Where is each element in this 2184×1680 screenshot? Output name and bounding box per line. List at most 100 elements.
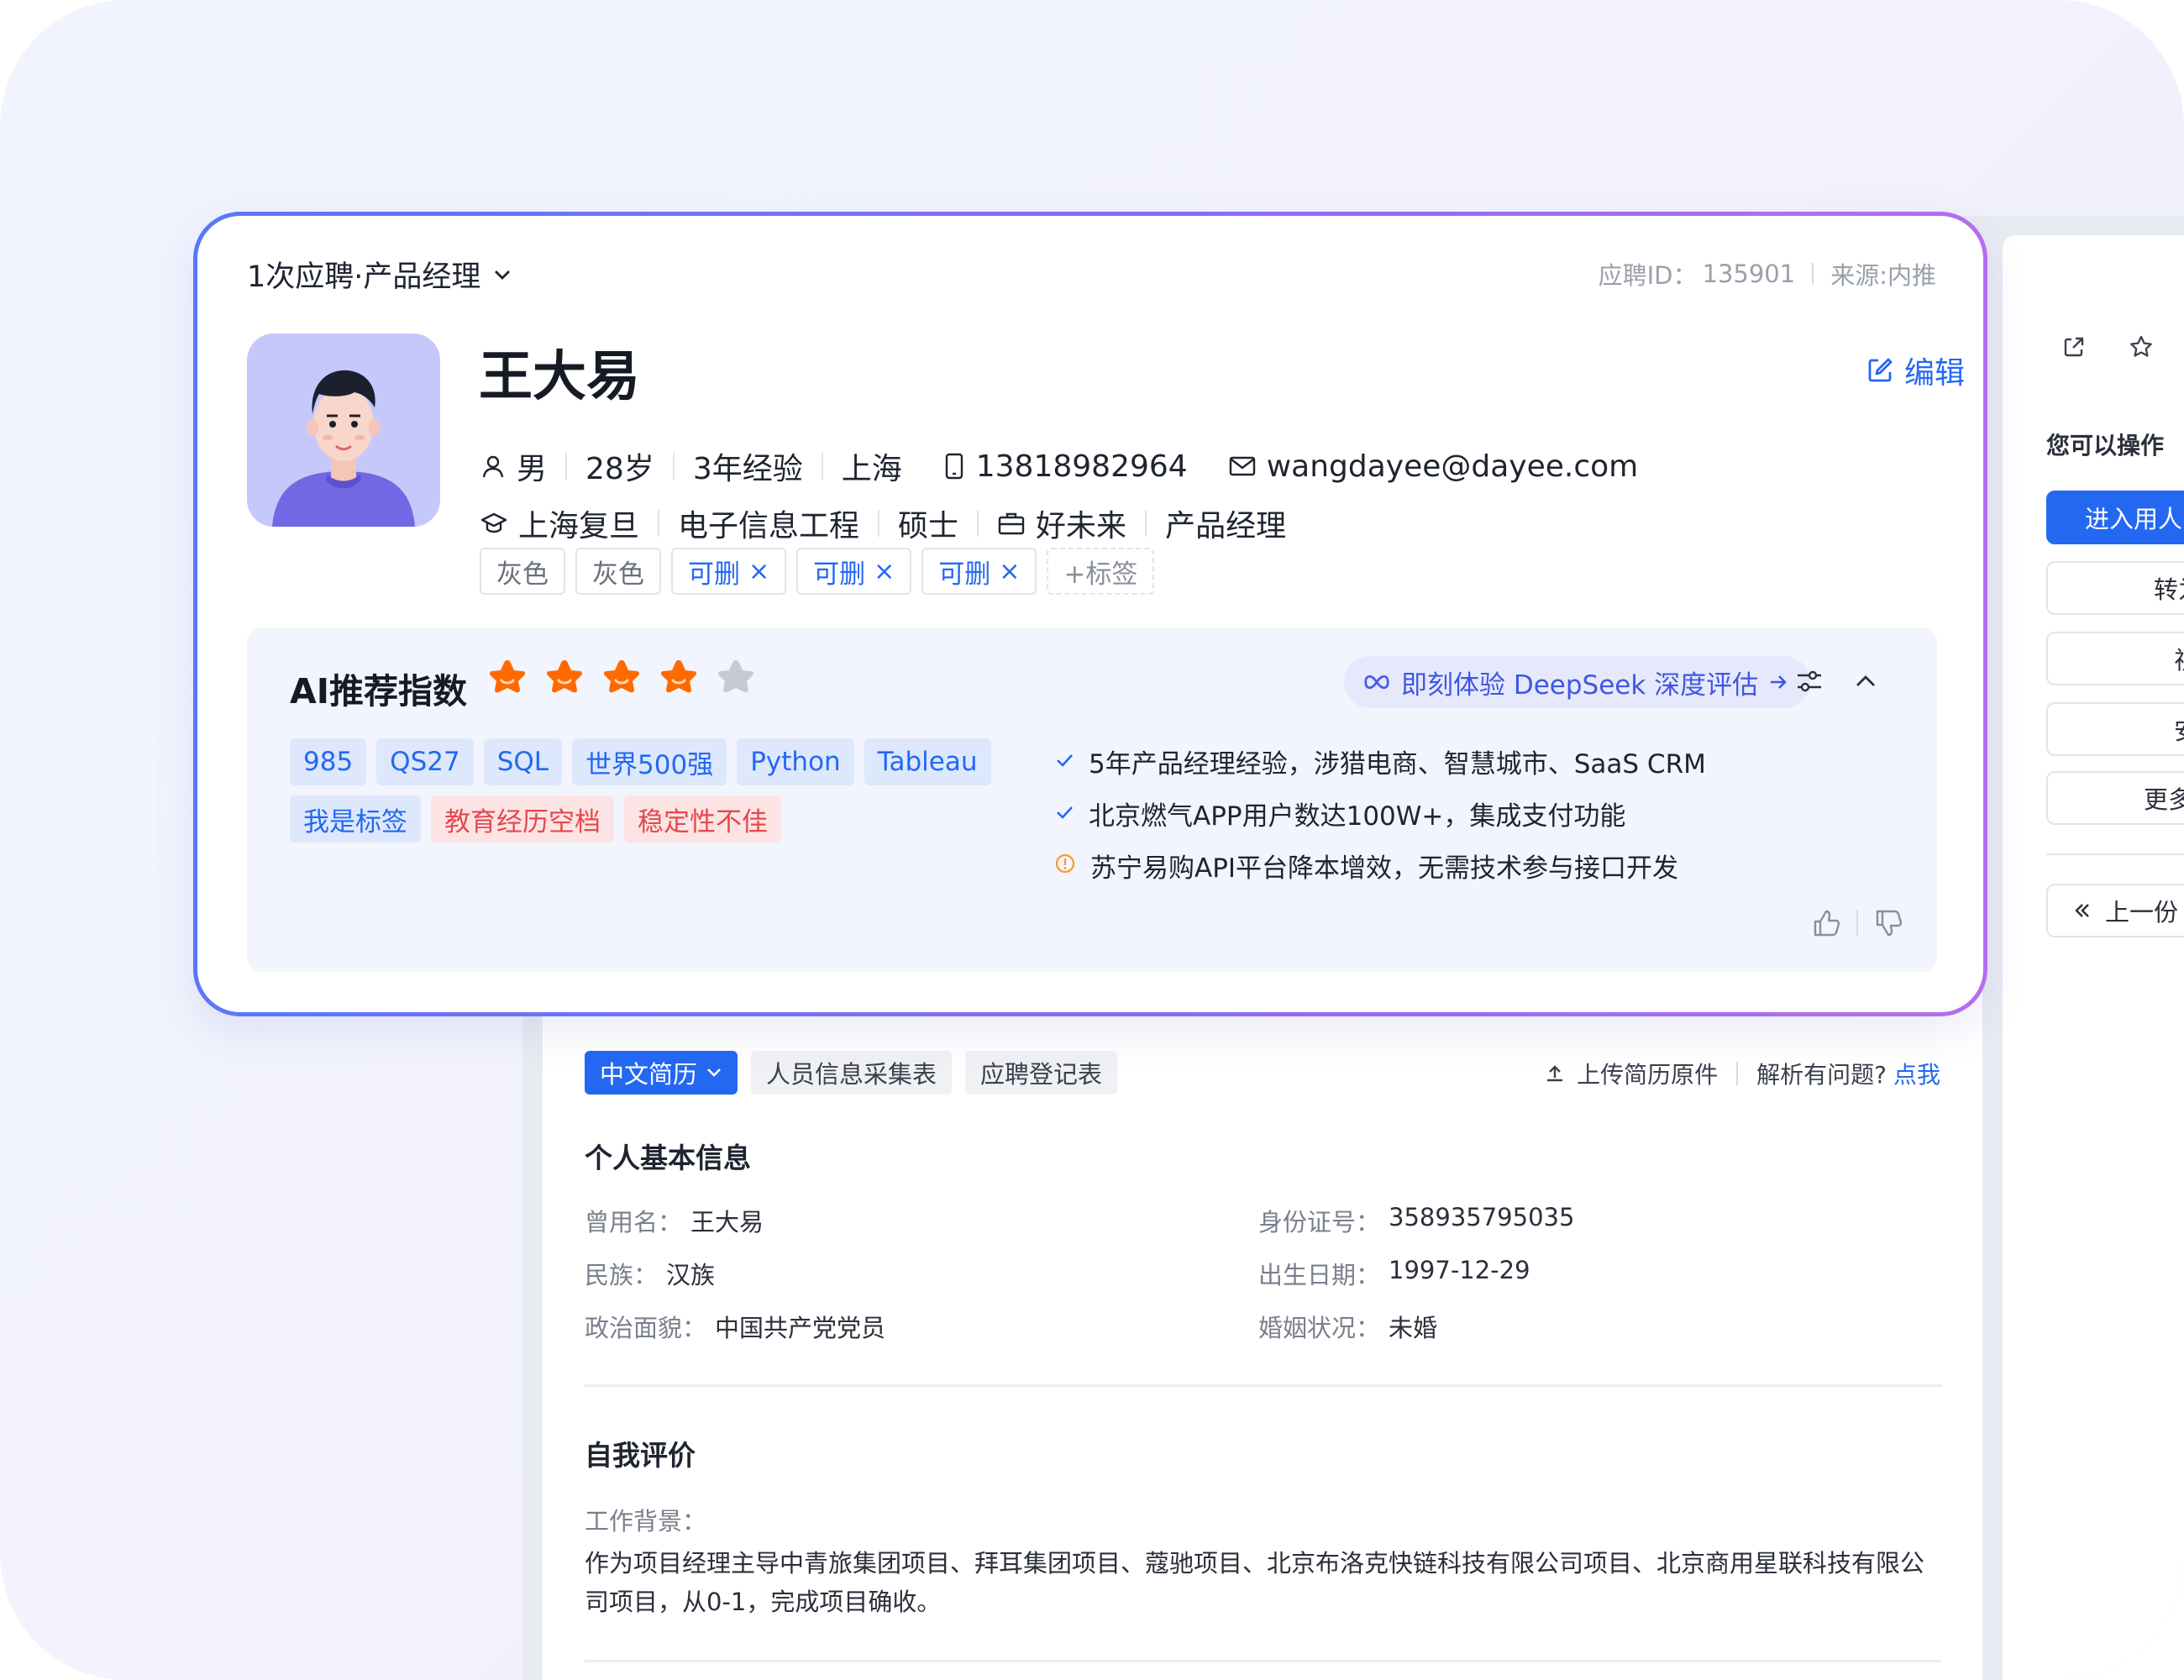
age: 28岁: [585, 452, 654, 486]
button-label: 进入用人: [2085, 505, 2183, 533]
person-icon: [480, 453, 507, 480]
highlight-text: 北京燃气APP用户数达100W+，集成支付功能: [1089, 801, 1626, 832]
avatar-illustration: [272, 370, 415, 527]
tag-removable[interactable]: 可删 ×: [796, 548, 912, 595]
application-id: 135901: [1702, 260, 1796, 288]
keyword-chip: Tableau: [864, 738, 991, 785]
enter-talent-button[interactable]: 进入用人: [2046, 491, 2184, 544]
double-chevron-left-icon: [2075, 904, 2089, 917]
close-icon[interactable]: ×: [874, 557, 895, 586]
share-icon[interactable]: [2061, 334, 2087, 360]
field-nation: 民族： 汉族: [585, 1256, 715, 1291]
thumbs-down-icon[interactable]: [1873, 908, 1903, 938]
field-political-status: 政治面貌： 中国共产党党员: [585, 1309, 885, 1344]
chevron-down-icon: [495, 270, 511, 280]
resume-tabs: 中文简历 人员信息采集表 应聘登记表: [585, 1051, 1118, 1095]
keyword-chip: QS27: [376, 738, 474, 785]
thumbs-up-icon[interactable]: [1811, 908, 1841, 938]
field-marital-status: 婚姻状况： 未婚: [1258, 1309, 1437, 1344]
parse-feedback-link[interactable]: 点我: [1893, 1057, 1940, 1090]
add-tag-label: +标签: [1063, 559, 1138, 590]
gender: 男: [517, 452, 548, 486]
field-label: 曾用名：: [585, 1208, 683, 1236]
settings-sliders-icon[interactable]: [1794, 666, 1824, 696]
phone-number: 13818982964: [975, 449, 1188, 484]
email: wangdayee@dayee.com: [1266, 449, 1639, 484]
button-label: 转为: [2154, 575, 2184, 604]
briefcase-icon: [997, 511, 1026, 536]
action-button[interactable]: 视: [2046, 632, 2184, 685]
field-label: 民族：: [585, 1261, 659, 1289]
divider: [878, 510, 880, 537]
tag-label: 可删: [938, 559, 991, 590]
position: 产品经理: [1165, 509, 1287, 543]
section-divider: [585, 1660, 1942, 1662]
edit-label: 编辑: [1903, 356, 1965, 391]
button-label: 安: [2174, 711, 2184, 747]
tag[interactable]: 灰色: [480, 548, 565, 595]
tag-label: 灰色: [592, 559, 644, 590]
major: 电子信息工程: [678, 509, 860, 543]
section-title-basic: 个人基本信息: [585, 1142, 751, 1174]
button-label: 更多: [2144, 785, 2184, 814]
check-icon: [1055, 746, 1074, 776]
candidate-card-frame: 1次应聘·产品经理 应聘ID： 135901 来源:内推 王大易 编辑 男 28…: [193, 212, 1987, 1016]
keyword-chip: SQL: [483, 738, 563, 785]
deepseek-evaluate-button[interactable]: 即刻体验 DeepSeek 深度评估: [1344, 656, 1811, 708]
tab-application-form[interactable]: 应聘登记表: [965, 1051, 1118, 1095]
sidebar-title: 您可以操作: [2046, 432, 2165, 459]
chevron-down-icon: [707, 1068, 721, 1077]
application-selector[interactable]: 1次应聘·产品经理: [247, 253, 512, 296]
upload-resume-button[interactable]: 上传简历原件: [1577, 1057, 1718, 1090]
application-id-label: 应聘ID：: [1598, 261, 1698, 290]
ai-keyword-chips: 985 QS27 SQL 世界500强 Python Tableau 我是标签 教育经历空档稳…: [290, 738, 1029, 843]
section-divider: [585, 1384, 1942, 1387]
star-outline-icon[interactable]: [2129, 334, 2154, 360]
previous-resume-button[interactable]: 上一份: [2046, 884, 2184, 937]
sidebar-divider: [2046, 853, 2184, 855]
button-label: 视: [2174, 641, 2184, 676]
tab-chinese-resume[interactable]: 中文简历: [585, 1051, 738, 1095]
tag[interactable]: 灰色: [575, 548, 661, 595]
add-tag-button[interactable]: +标签: [1047, 548, 1155, 595]
star-filled-icon: [603, 660, 640, 693]
tag-label: 可删: [688, 559, 740, 590]
action-button[interactable]: 安: [2046, 702, 2184, 756]
field-value: 未婚: [1389, 1314, 1438, 1342]
feedback-controls: [1811, 908, 1903, 938]
application-title: 1次应聘·产品经理: [247, 260, 481, 294]
transfer-button[interactable]: 转为: [2046, 561, 2184, 615]
tag-removable[interactable]: 可删 ×: [671, 548, 787, 595]
application-meta: 应聘ID： 135901 来源:内推: [1599, 256, 1936, 291]
panel-controls: [1794, 666, 1878, 696]
chevron-up-icon[interactable]: [1853, 666, 1878, 696]
field-birth-date: 出生日期： 1997-12-29: [1258, 1256, 1530, 1291]
more-button[interactable]: 更多: [2046, 771, 2184, 825]
field-value: 358935795035: [1389, 1203, 1575, 1231]
tab-personnel-form[interactable]: 人员信息采集表: [751, 1051, 953, 1095]
field-label: 政治面貌：: [585, 1314, 707, 1342]
divider: [977, 510, 979, 537]
risk-chip: 教育经历空档: [431, 795, 614, 843]
close-icon[interactable]: ×: [999, 557, 1020, 586]
edit-button[interactable]: 编辑: [1866, 349, 1965, 392]
upload-icon: [1547, 1065, 1563, 1082]
divider: [1145, 510, 1147, 537]
edit-icon: [1868, 358, 1893, 382]
rating-stars: [486, 658, 757, 700]
divider: [565, 453, 568, 480]
keyword-chip: 985: [290, 738, 367, 785]
ai-recommendation-panel: AI推荐指数 即刻体验 DeepSeek 深度评估 985 QS27 SQL 世界50…: [247, 627, 1937, 972]
basic-info-row: 男 28岁 3年经验 上海 13818982964 wangdayee@daye…: [480, 444, 1638, 488]
divider: [672, 453, 675, 480]
field-value: 1997-12-29: [1389, 1256, 1530, 1284]
tag-removable[interactable]: 可删 ×: [921, 548, 1037, 595]
resume-actions: 上传简历原件 解析有问题? 点我: [1543, 1057, 1940, 1090]
education-info-row: 上海复旦 电子信息工程 硕士 好未来 产品经理: [480, 501, 1286, 545]
close-icon[interactable]: ×: [748, 557, 769, 586]
star-filled-icon: [660, 660, 697, 693]
phone-icon: [942, 452, 966, 480]
arrow-right-icon: [1771, 675, 1788, 689]
field-used-name: 曾用名： 王大易: [585, 1203, 764, 1238]
highlight-text: 苏宁易购API平台降本增效，无需技术参与接口开发: [1090, 853, 1679, 884]
